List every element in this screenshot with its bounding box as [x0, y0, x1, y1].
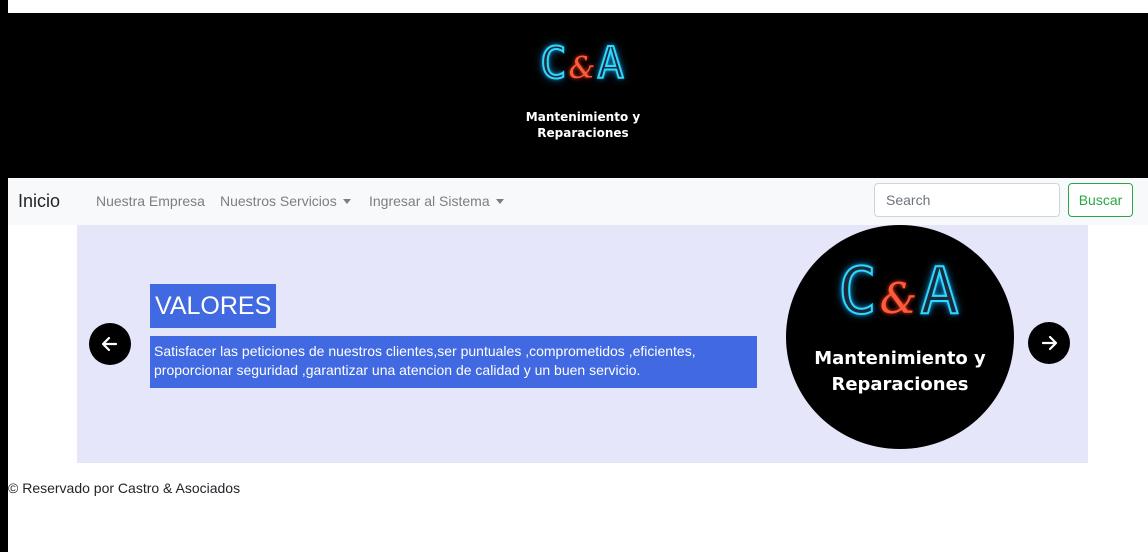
slide-title: VALORES: [150, 284, 277, 328]
logo-letter-a: A: [596, 37, 626, 90]
footer-copyright: © Reservado por Castro & Asociados: [8, 480, 241, 496]
logo-ampersand: &: [879, 274, 921, 323]
nav-dropdown-ingresar-al-sistema[interactable]: Ingresar al Sistema: [369, 193, 504, 209]
carousel: VALORES Satisfacer las peticiones de nue…: [77, 225, 1088, 463]
slide-description: Satisfacer las peticiones de nuestros cl…: [150, 336, 757, 388]
search-button[interactable]: Buscar: [1068, 183, 1133, 217]
site-header: C&A Mantenimiento y Reparaciones: [8, 13, 1148, 178]
nav-link-nuestra-empresa[interactable]: Nuestra Empresa: [96, 193, 205, 209]
arrow-right-icon: [1041, 335, 1058, 351]
navbar-brand-inicio[interactable]: Inicio: [18, 191, 60, 212]
carousel-prev-button[interactable]: [89, 323, 131, 365]
logo-tagline: Mantenimiento y Reparaciones: [814, 348, 986, 395]
top-margin: [0, 0, 1148, 13]
logo-tagline: Mantenimiento y Reparaciones: [525, 110, 641, 140]
arrow-left-icon: [101, 336, 118, 352]
left-border: [0, 0, 8, 552]
logo-letter-c: C: [837, 254, 880, 330]
logo-letter-c: C: [539, 37, 569, 90]
logo-mark: C&A: [513, 37, 653, 95]
caret-down-icon: [342, 199, 351, 204]
slide-logo: C&A Mantenimiento y Reparaciones: [786, 225, 1014, 449]
nav-dropdown-nuestros-servicios[interactable]: Nuestros Servicios: [220, 193, 351, 209]
nav-link-label: Nuestra Empresa: [96, 193, 205, 209]
search-input[interactable]: [874, 183, 1060, 217]
logo-ampersand: &: [568, 51, 598, 86]
nav-link-label: Nuestros Servicios: [220, 193, 337, 209]
main-navbar: Inicio Nuestra Empresa Nuestros Servicio…: [8, 178, 1148, 225]
carousel-next-button[interactable]: [1028, 322, 1070, 364]
logo-letter-a: A: [919, 254, 962, 330]
logo-mark: C&A: [786, 254, 1014, 336]
header-logo[interactable]: C&A Mantenimiento y Reparaciones: [513, 37, 653, 141]
nav-link-label: Ingresar al Sistema: [369, 193, 490, 209]
caret-down-icon: [495, 199, 504, 204]
